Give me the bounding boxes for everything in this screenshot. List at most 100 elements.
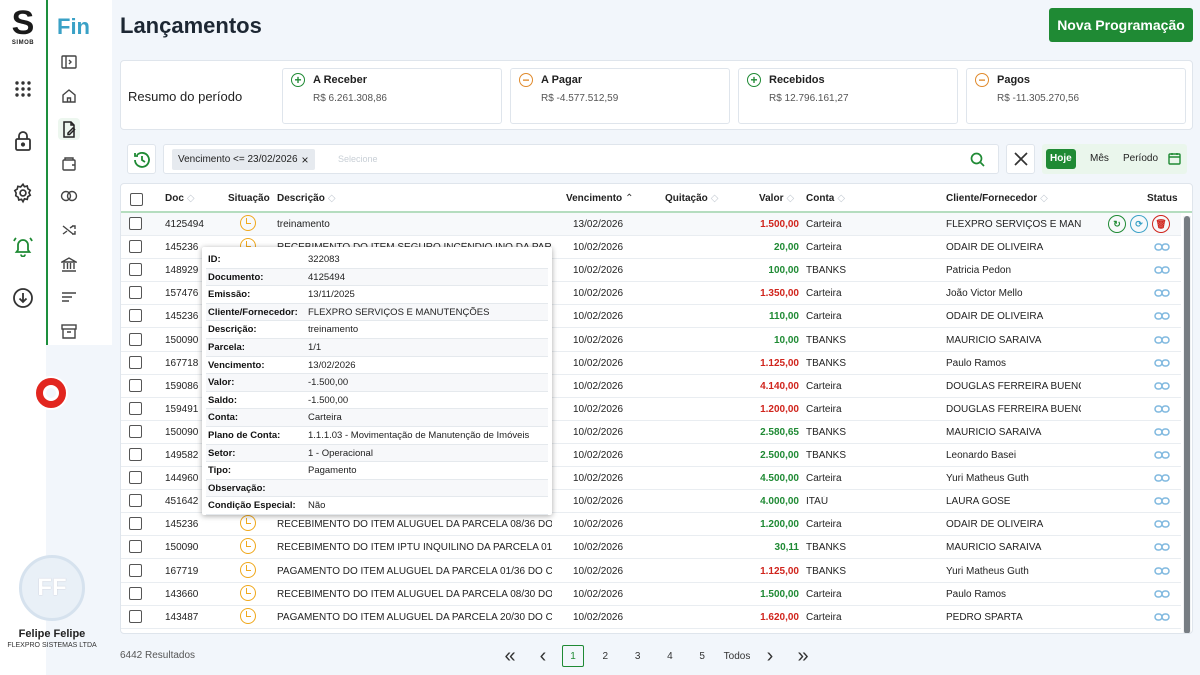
first-page-icon[interactable]: «	[501, 645, 519, 667]
month-button[interactable]: Mês	[1090, 152, 1109, 166]
cell-cliente: PEDRO SPARTA	[946, 611, 1023, 623]
link-icon[interactable]	[1154, 609, 1170, 625]
col-quitacao[interactable]: Quitação ◇	[665, 193, 719, 205]
bell-alert-icon[interactable]	[11, 234, 35, 258]
page-5[interactable]: 5	[691, 645, 713, 667]
select-all-checkbox[interactable]	[130, 193, 143, 206]
cell-valor: 100,00	[768, 265, 799, 277]
home-icon[interactable]	[58, 85, 80, 107]
history-button[interactable]	[127, 144, 156, 174]
row-checkbox[interactable]	[129, 401, 142, 415]
refresh-icon[interactable]: ⟳	[1130, 215, 1148, 233]
page-1[interactable]: 1	[562, 645, 584, 667]
link-icon[interactable]	[1154, 332, 1170, 348]
page-3[interactable]: 3	[627, 645, 649, 667]
sidebar-toggle-icon[interactable]	[58, 51, 80, 73]
summary-card[interactable]: + A Receber R$ 6.261.308,86	[282, 68, 502, 124]
link-icon[interactable]	[1154, 493, 1170, 509]
page-all[interactable]: Todos	[722, 645, 752, 667]
col-descricao[interactable]: Descrição ◇	[277, 193, 336, 205]
table-scrollbar[interactable]	[1183, 216, 1191, 633]
new-schedule-button[interactable]: Nova Programação	[1049, 8, 1193, 42]
table-row[interactable]: 150090 RECEBIMENTO DO ITEM IPTU INQUILINO…	[121, 536, 1181, 560]
table-row[interactable]: 145236 RECEBIMENTO DO ITEM ALUGUEL DA PAR…	[121, 513, 1181, 537]
link-icon[interactable]	[1154, 285, 1170, 301]
calendar-icon[interactable]	[1168, 152, 1181, 165]
link-icon[interactable]	[1154, 355, 1170, 371]
row-checkbox[interactable]	[129, 332, 142, 346]
summary-card[interactable]: + Recebidos R$ 12.796.161,27	[738, 68, 958, 124]
col-valor[interactable]: Valor ◇	[759, 193, 794, 205]
shuffle-icon[interactable]	[58, 219, 80, 241]
table-row[interactable]: 167719 PAGAMENTO DO ITEM ALUGUEL DA PARCE…	[121, 560, 1181, 583]
list-lines-icon[interactable]	[58, 286, 80, 308]
user-profile[interactable]: FF Felipe Felipe FLEXPRO SISTEMAS LTDA	[0, 555, 104, 651]
row-checkbox[interactable]	[129, 309, 142, 323]
link-icon[interactable]	[1154, 539, 1170, 555]
col-doc[interactable]: Doc ◇	[165, 193, 195, 205]
search-icon[interactable]	[970, 152, 985, 167]
document-edit-icon[interactable]	[58, 118, 80, 140]
table-row[interactable]: 143660 RECEBIMENTO DO ITEM ALUGUEL DA PAR…	[121, 583, 1181, 606]
row-checkbox[interactable]	[129, 609, 142, 623]
row-checkbox[interactable]	[129, 448, 142, 461]
link-icon[interactable]	[1154, 447, 1170, 463]
link-icon[interactable]	[1154, 401, 1170, 417]
link-icon[interactable]	[1154, 239, 1170, 255]
wallet-icon[interactable]	[58, 152, 80, 174]
prev-page-icon[interactable]: ‹	[534, 645, 552, 667]
col-vencimento[interactable]: Vencimento ⌃	[566, 193, 634, 205]
row-checkbox[interactable]	[129, 240, 142, 254]
col-conta[interactable]: Conta ◇	[806, 193, 845, 205]
clear-filter-button[interactable]	[1006, 144, 1035, 174]
delete-icon[interactable]: 🗑	[1152, 215, 1170, 233]
scrollbar-thumb[interactable]	[1184, 216, 1190, 633]
page-2[interactable]: 2	[594, 645, 616, 667]
page-4[interactable]: 4	[659, 645, 681, 667]
archive-box-icon[interactable]	[58, 320, 80, 342]
help-lifebuoy-icon[interactable]	[36, 378, 66, 408]
row-checkbox[interactable]	[129, 563, 142, 577]
row-checkbox[interactable]	[129, 378, 142, 392]
filter-bar[interactable]: Vencimento <= 23/02/2026 × Selecione	[163, 144, 999, 174]
rings-icon[interactable]	[58, 185, 80, 207]
link-icon[interactable]	[1154, 262, 1170, 278]
cell-conta: ITAÚ	[806, 496, 829, 508]
row-checkbox[interactable]	[129, 263, 142, 277]
gear-icon[interactable]	[11, 181, 35, 205]
next-page-icon[interactable]: ›	[761, 645, 779, 667]
bank-icon[interactable]	[58, 253, 80, 275]
row-checkbox[interactable]	[129, 586, 142, 600]
apps-grid-icon[interactable]	[11, 77, 35, 101]
logo-letter: S	[11, 4, 35, 42]
row-checkbox[interactable]	[129, 217, 142, 230]
lock-icon[interactable]	[11, 129, 35, 153]
row-checkbox[interactable]	[129, 424, 142, 438]
row-checkbox[interactable]	[129, 494, 142, 508]
row-checkbox[interactable]	[129, 517, 142, 531]
period-button[interactable]: Período	[1123, 152, 1158, 166]
chip-close-icon[interactable]: ×	[302, 153, 309, 167]
summary-card[interactable]: − A Pagar R$ -4.577.512,59	[510, 68, 730, 124]
row-checkbox[interactable]	[129, 286, 142, 300]
table-row[interactable]: 4125494 treinamento 13/02/2026 1.500,00 Cart…	[121, 213, 1181, 236]
link-icon[interactable]	[1154, 378, 1170, 394]
row-checkbox[interactable]	[129, 355, 142, 369]
summary-card[interactable]: − Pagos R$ -11.305.270,56	[966, 68, 1186, 124]
link-icon[interactable]	[1154, 470, 1170, 486]
link-icon[interactable]	[1154, 563, 1170, 579]
brand-logo[interactable]: S SIMOB	[10, 6, 36, 47]
sync-icon[interactable]: ↻	[1108, 215, 1126, 233]
row-checkbox[interactable]	[129, 540, 142, 554]
last-page-icon[interactable]: »	[794, 645, 812, 667]
today-button[interactable]: Hoje	[1046, 149, 1076, 169]
filter-chip-vencimento[interactable]: Vencimento <= 23/02/2026 ×	[172, 149, 315, 170]
link-icon[interactable]	[1154, 516, 1170, 532]
link-icon[interactable]	[1154, 308, 1170, 324]
link-icon[interactable]	[1154, 586, 1170, 602]
link-icon[interactable]	[1154, 424, 1170, 440]
row-checkbox[interactable]	[129, 471, 142, 485]
table-row[interactable]: 143487 PAGAMENTO DO ITEM ALUGUEL DA PARCE…	[121, 606, 1181, 629]
col-cliente[interactable]: Cliente/Fornecedor ◇	[946, 193, 1048, 205]
download-icon[interactable]	[11, 286, 35, 310]
